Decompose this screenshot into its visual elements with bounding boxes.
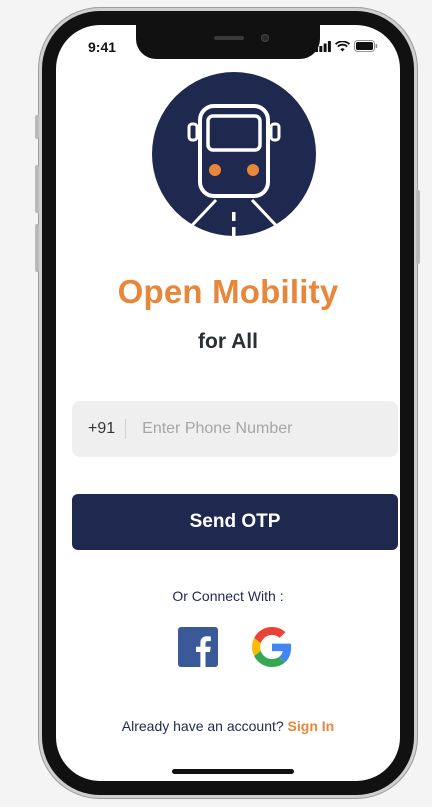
- volume-down-button: [35, 224, 39, 272]
- notch: [136, 25, 320, 59]
- power-button: [416, 190, 420, 264]
- phone-field[interactable]: +91: [72, 401, 398, 457]
- google-icon[interactable]: [252, 627, 292, 667]
- front-camera: [261, 34, 269, 42]
- app-subtitle: for All: [198, 330, 258, 353]
- signal-icon: [315, 40, 331, 52]
- send-otp-button[interactable]: Send OTP: [72, 494, 398, 550]
- home-indicator[interactable]: [172, 769, 294, 774]
- volume-up-button: [35, 165, 39, 213]
- mute-switch: [35, 115, 39, 139]
- sign-in-link[interactable]: Sign In: [288, 718, 335, 734]
- country-code[interactable]: +91: [88, 419, 127, 439]
- bus-icon: [152, 72, 316, 236]
- connect-heading: Or Connect With :: [172, 588, 284, 604]
- app-screen: 9:41 Open Mobility for All +91 Enter Pho…: [56, 25, 400, 781]
- facebook-icon[interactable]: [178, 627, 218, 667]
- status-icons: [315, 40, 378, 52]
- wifi-icon: [335, 40, 350, 51]
- phone-number-input[interactable]: [140, 419, 375, 439]
- signin-prompt: Already have an account?: [121, 718, 288, 734]
- battery-icon: [354, 40, 378, 52]
- device-mockup: 9:41 Open Mobility for All +91 Enter Pho…: [0, 0, 432, 807]
- status-time: 9:41: [88, 39, 117, 55]
- app-title: Open Mobility: [117, 273, 339, 310]
- earpiece-speaker: [214, 36, 244, 40]
- signin-row: Already have an account? Sign In: [56, 718, 400, 734]
